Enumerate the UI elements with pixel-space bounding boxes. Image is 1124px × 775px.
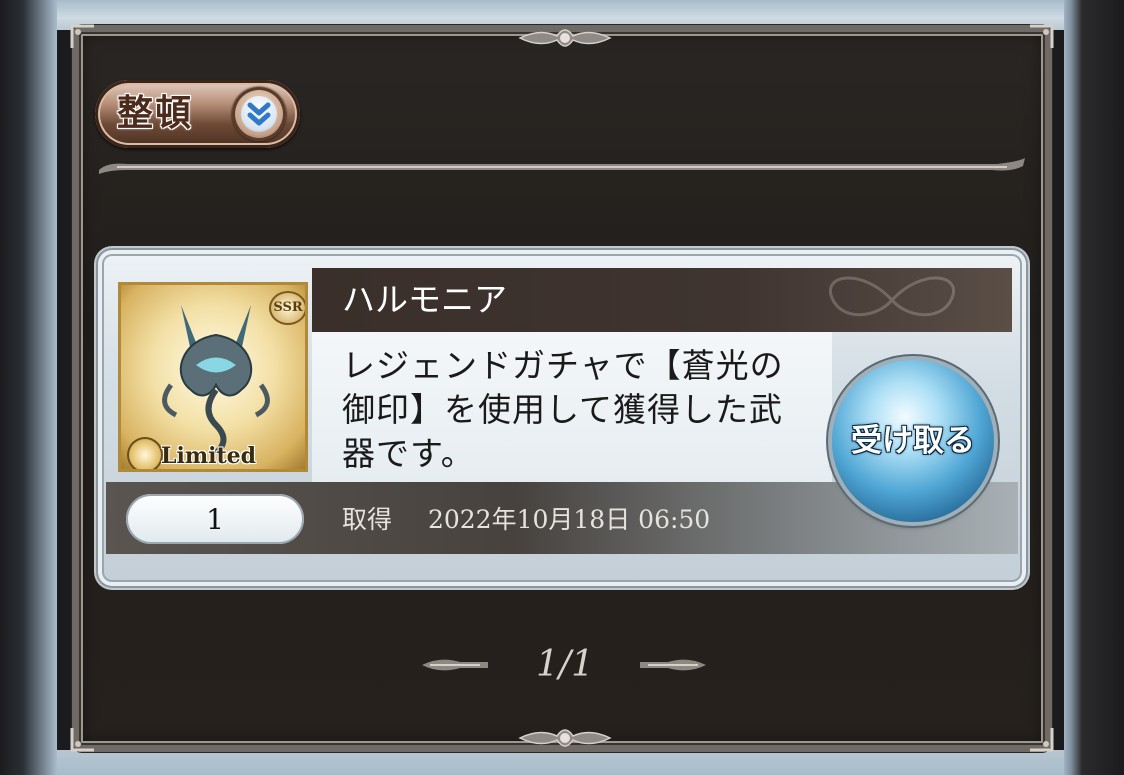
- corner-ornament-icon: [70, 726, 96, 752]
- top-ornament-icon: [515, 20, 615, 56]
- limited-badge-icon: [127, 437, 163, 469]
- present-item-card: ハルモニア レジェンドガチャで【蒼光の御印】を使用して獲得した武器です。 1 取…: [96, 248, 1028, 588]
- background-left: [0, 0, 57, 775]
- double-chevron-down-icon: [232, 87, 286, 141]
- item-name: ハルモニア: [342, 280, 507, 319]
- prev-page-arrow-icon[interactable]: [420, 652, 490, 678]
- acquired-label: 取得: [342, 505, 393, 534]
- ssr-rarity-badge: SSR: [269, 291, 305, 325]
- item-description: レジェンドガチャで【蒼光の御印】を使用して獲得した武器です。: [342, 346, 784, 473]
- bottom-ornament-icon: [515, 720, 615, 756]
- quantity-field: 1: [126, 494, 304, 544]
- sort-label: 整頓: [117, 93, 194, 134]
- header-divider: [97, 158, 1027, 176]
- receive-button-label: 受け取る: [851, 423, 975, 459]
- rarity-label: SSR: [273, 300, 303, 315]
- item-thumbnail[interactable]: SSR Limited: [118, 282, 308, 472]
- butterfly-ornament-icon: [828, 276, 956, 317]
- corner-ornament-icon: [1028, 726, 1054, 752]
- acquired-info: 取得 2022年10月18日 06:50: [342, 500, 710, 540]
- page-indicator: 1/1: [536, 644, 594, 685]
- corner-ornament-icon: [70, 24, 96, 50]
- acquired-date: 2022年10月18日 06:50: [427, 505, 711, 534]
- sort-button[interactable]: 整頓: [95, 80, 300, 148]
- receive-button[interactable]: 受け取る: [832, 360, 994, 522]
- background-right: [1064, 0, 1124, 775]
- next-page-arrow-icon[interactable]: [638, 652, 708, 678]
- pagination: 1/1: [420, 640, 710, 690]
- limited-tag: Limited: [161, 443, 257, 469]
- quantity-value: 1: [206, 503, 224, 536]
- corner-ornament-icon: [1028, 24, 1054, 50]
